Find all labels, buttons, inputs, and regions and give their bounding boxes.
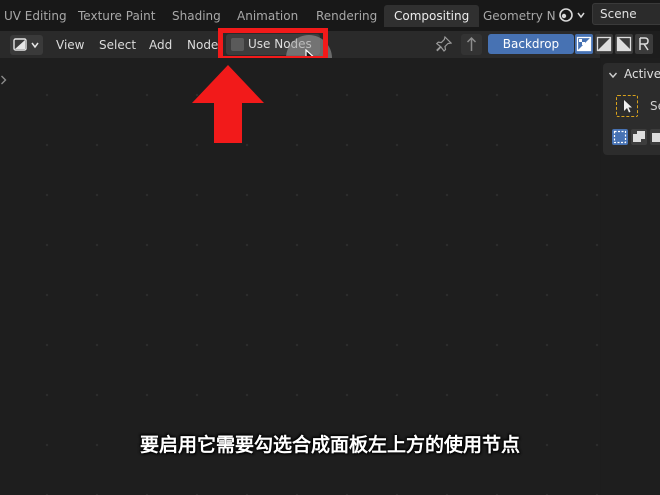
editor-type-selector[interactable]: [10, 35, 43, 55]
channel-r-button[interactable]: [635, 34, 653, 54]
compositor-icon: [10, 38, 43, 58]
tab-uv-editing[interactable]: UV Editing: [4, 5, 67, 27]
channel-color-alpha-button[interactable]: [575, 34, 593, 54]
backdrop-toggle[interactable]: Backdrop: [488, 34, 574, 54]
active-tool-panel-title: Active: [624, 67, 660, 81]
select-box-tool[interactable]: [616, 95, 638, 117]
tab-animation[interactable]: Animation: [237, 5, 298, 27]
mode-extend-button[interactable]: [631, 129, 647, 145]
mode-subtract-icon: [650, 133, 660, 148]
chevron-down-icon[interactable]: [608, 69, 618, 79]
menu-view[interactable]: View: [56, 37, 84, 53]
tab-texture-paint[interactable]: Texture Paint: [78, 5, 155, 27]
mode-extend-icon: [631, 131, 647, 148]
color-icon: [595, 36, 613, 57]
mode-subtract-button[interactable]: [650, 129, 660, 145]
scene-icon[interactable]: [557, 5, 587, 25]
scene-name-field[interactable]: Scene: [592, 3, 660, 25]
alpha-icon: [615, 36, 633, 57]
menu-node[interactable]: Node: [187, 37, 218, 53]
arrow-up-icon: [461, 36, 482, 58]
tab-compositing[interactable]: Compositing: [384, 5, 480, 27]
channel-alpha-button[interactable]: [615, 34, 633, 54]
menu-select[interactable]: Select: [99, 37, 136, 53]
channel-color-button[interactable]: [595, 34, 613, 54]
pin-icon[interactable]: [435, 35, 453, 52]
color-alpha-icon: [575, 36, 593, 57]
tab-rendering[interactable]: Rendering: [316, 5, 377, 27]
menu-add[interactable]: Add: [149, 37, 172, 53]
parent-node-tree-button[interactable]: [461, 34, 482, 55]
tab-shading[interactable]: Shading: [172, 5, 221, 27]
select-box-icon: [617, 100, 637, 119]
red-arrow-icon: [190, 63, 266, 145]
workspace-bar: UV Editing Texture Paint Shading Animati…: [0, 0, 660, 31]
mode-new-icon: [612, 130, 628, 148]
use-nodes-highlight-box: [218, 28, 328, 61]
select-tool-label: Se: [650, 99, 660, 113]
tab-geometry-nodes[interactable]: Geometry N: [483, 5, 556, 27]
chevron-right-icon[interactable]: [0, 74, 8, 86]
mode-new-button[interactable]: [612, 129, 628, 145]
channel-r-icon: [635, 37, 653, 57]
subtitle-caption: 要启用它需要勾选合成面板左上方的使用节点: [139, 434, 520, 456]
